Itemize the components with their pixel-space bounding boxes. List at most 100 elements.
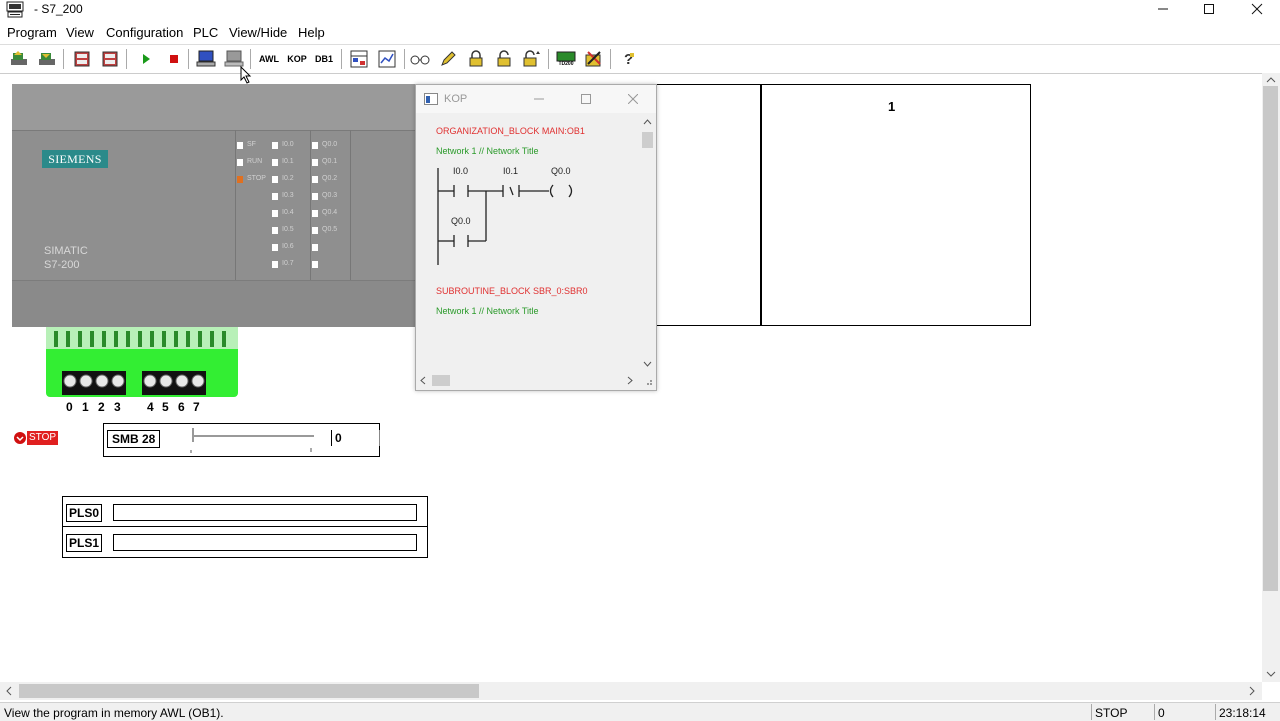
main-vscroll-thumb[interactable] (1263, 86, 1278, 591)
led-stop (237, 176, 243, 183)
input-label: I0.4 (282, 209, 294, 216)
output-label: Q0.2 (322, 175, 338, 182)
trend-button[interactable] (376, 48, 398, 70)
smb-tick (310, 448, 312, 452)
resize-grip-icon[interactable] (643, 376, 653, 386)
menu-view[interactable]: View (66, 25, 94, 40)
trend-icon (378, 50, 396, 68)
kop-minimize-icon[interactable] (534, 94, 544, 104)
led-label-sf: SF (247, 141, 256, 148)
upload-plc-button[interactable] (99, 48, 121, 70)
menu-program[interactable]: Program (7, 25, 57, 40)
terminal-number: 5 (162, 400, 169, 414)
help-button[interactable]: ? (617, 48, 639, 70)
toolbar-separator (548, 49, 549, 69)
awl-button[interactable]: AWL (258, 48, 280, 70)
td200-label: TD200 (558, 61, 574, 67)
stop-sign-icon (14, 432, 26, 444)
plc-divider (310, 130, 311, 280)
close-icon (1251, 3, 1263, 15)
kop-vscroll-thumb[interactable] (642, 132, 653, 148)
glasses-icon (410, 55, 430, 65)
input-label: I0.0 (282, 141, 294, 148)
toolbar-separator (610, 49, 611, 69)
load-program-button[interactable] (8, 48, 30, 70)
led-input (272, 261, 278, 268)
mouse-cursor-icon (240, 66, 252, 84)
stop-indicator[interactable]: STOP (13, 431, 59, 445)
scroll-down-icon[interactable] (1266, 671, 1276, 677)
chevron-down-icon[interactable] (643, 361, 652, 367)
download-plc-button[interactable] (71, 48, 93, 70)
run-icon (143, 54, 150, 64)
pls1-label: PLS1 (66, 534, 103, 552)
lock-arrow-button[interactable] (521, 48, 543, 70)
db1-button[interactable]: DB1 (313, 48, 335, 70)
menu-view-hide[interactable]: View/Hide (229, 25, 287, 40)
kop-vertical-scrollbar[interactable] (640, 115, 655, 373)
input-label: I0.2 (282, 175, 294, 182)
menu-help[interactable]: Help (298, 25, 325, 40)
smb-value-field[interactable]: 0 (331, 430, 380, 446)
kop-maximize-icon[interactable] (581, 94, 591, 104)
chevron-up-icon[interactable] (643, 119, 652, 125)
terminal-number: 1 (82, 400, 89, 414)
led-input (272, 176, 278, 183)
pls0-label: PLS0 (66, 504, 103, 522)
menu-plc[interactable]: PLC (193, 25, 218, 40)
maximize-button[interactable] (1186, 0, 1232, 18)
close-button[interactable] (1234, 0, 1280, 18)
lock-button[interactable] (465, 48, 487, 70)
stop-button[interactable] (163, 48, 185, 70)
led-output (312, 159, 318, 166)
input-label: I0.7 (282, 260, 294, 267)
plc-model: SIMATIC S7-200 (44, 244, 88, 272)
stop-badge: STOP (27, 431, 59, 445)
kop-close-icon[interactable] (628, 94, 638, 104)
scroll-up-icon[interactable] (1266, 77, 1276, 83)
status-state: STOP (1095, 706, 1128, 720)
main-hscroll-thumb[interactable] (19, 684, 479, 698)
minimize-button[interactable] (1140, 0, 1186, 18)
scroll-left-icon[interactable] (6, 686, 12, 696)
run-button[interactable] (135, 48, 157, 70)
led-input (272, 193, 278, 200)
unlock-button[interactable] (493, 48, 515, 70)
edit-button[interactable] (437, 48, 459, 70)
save-program-button[interactable] (36, 48, 58, 70)
smb-slider-track[interactable] (194, 435, 314, 437)
status-chart-icon (350, 50, 368, 68)
glasses-button[interactable] (409, 48, 431, 70)
led-input (272, 227, 278, 234)
scroll-right-icon[interactable] (1249, 686, 1255, 696)
tools-icon (585, 51, 601, 67)
led-input (272, 159, 278, 166)
monitor-button[interactable] (195, 48, 217, 70)
kop-block1-title: ORGANIZATION_BLOCK MAIN:OB1 (436, 126, 585, 136)
kop-title-bar: KOP (416, 85, 656, 113)
terminal-number: 7 (193, 400, 200, 414)
pls0-field[interactable] (113, 504, 417, 521)
status-bar: View the program in memory AWL (OB1). ST… (0, 702, 1280, 721)
input-label: I0.1 (282, 158, 294, 165)
plc-top-cover (12, 84, 418, 131)
menu-configuration[interactable]: Configuration (106, 25, 183, 40)
config-tools-button[interactable] (583, 48, 605, 70)
td200-button[interactable]: TD200 (555, 48, 577, 70)
siemens-logo: SIEMENS (42, 150, 108, 168)
plc-upload-icon (102, 51, 118, 67)
pls1-field[interactable] (113, 534, 417, 551)
maximize-icon (1204, 4, 1214, 14)
chevron-left-icon[interactable] (420, 376, 426, 385)
smb-panel: SMB 28 0 (103, 423, 380, 457)
kop-button[interactable]: KOP (286, 48, 308, 70)
kop-hscroll-thumb[interactable] (432, 375, 450, 386)
smb-slider-thumb[interactable] (190, 426, 196, 454)
kop-horizontal-scrollbar[interactable] (416, 373, 640, 388)
plc-module: SIEMENS SIMATIC S7-200 SF RUN STOP I0.0 … (12, 84, 418, 327)
chevron-right-icon[interactable] (627, 376, 633, 385)
help-icon: ? (624, 51, 634, 68)
kop-window-icon (424, 93, 438, 105)
status-chart-button[interactable] (348, 48, 370, 70)
display-panel-b-number: 1 (888, 99, 896, 114)
